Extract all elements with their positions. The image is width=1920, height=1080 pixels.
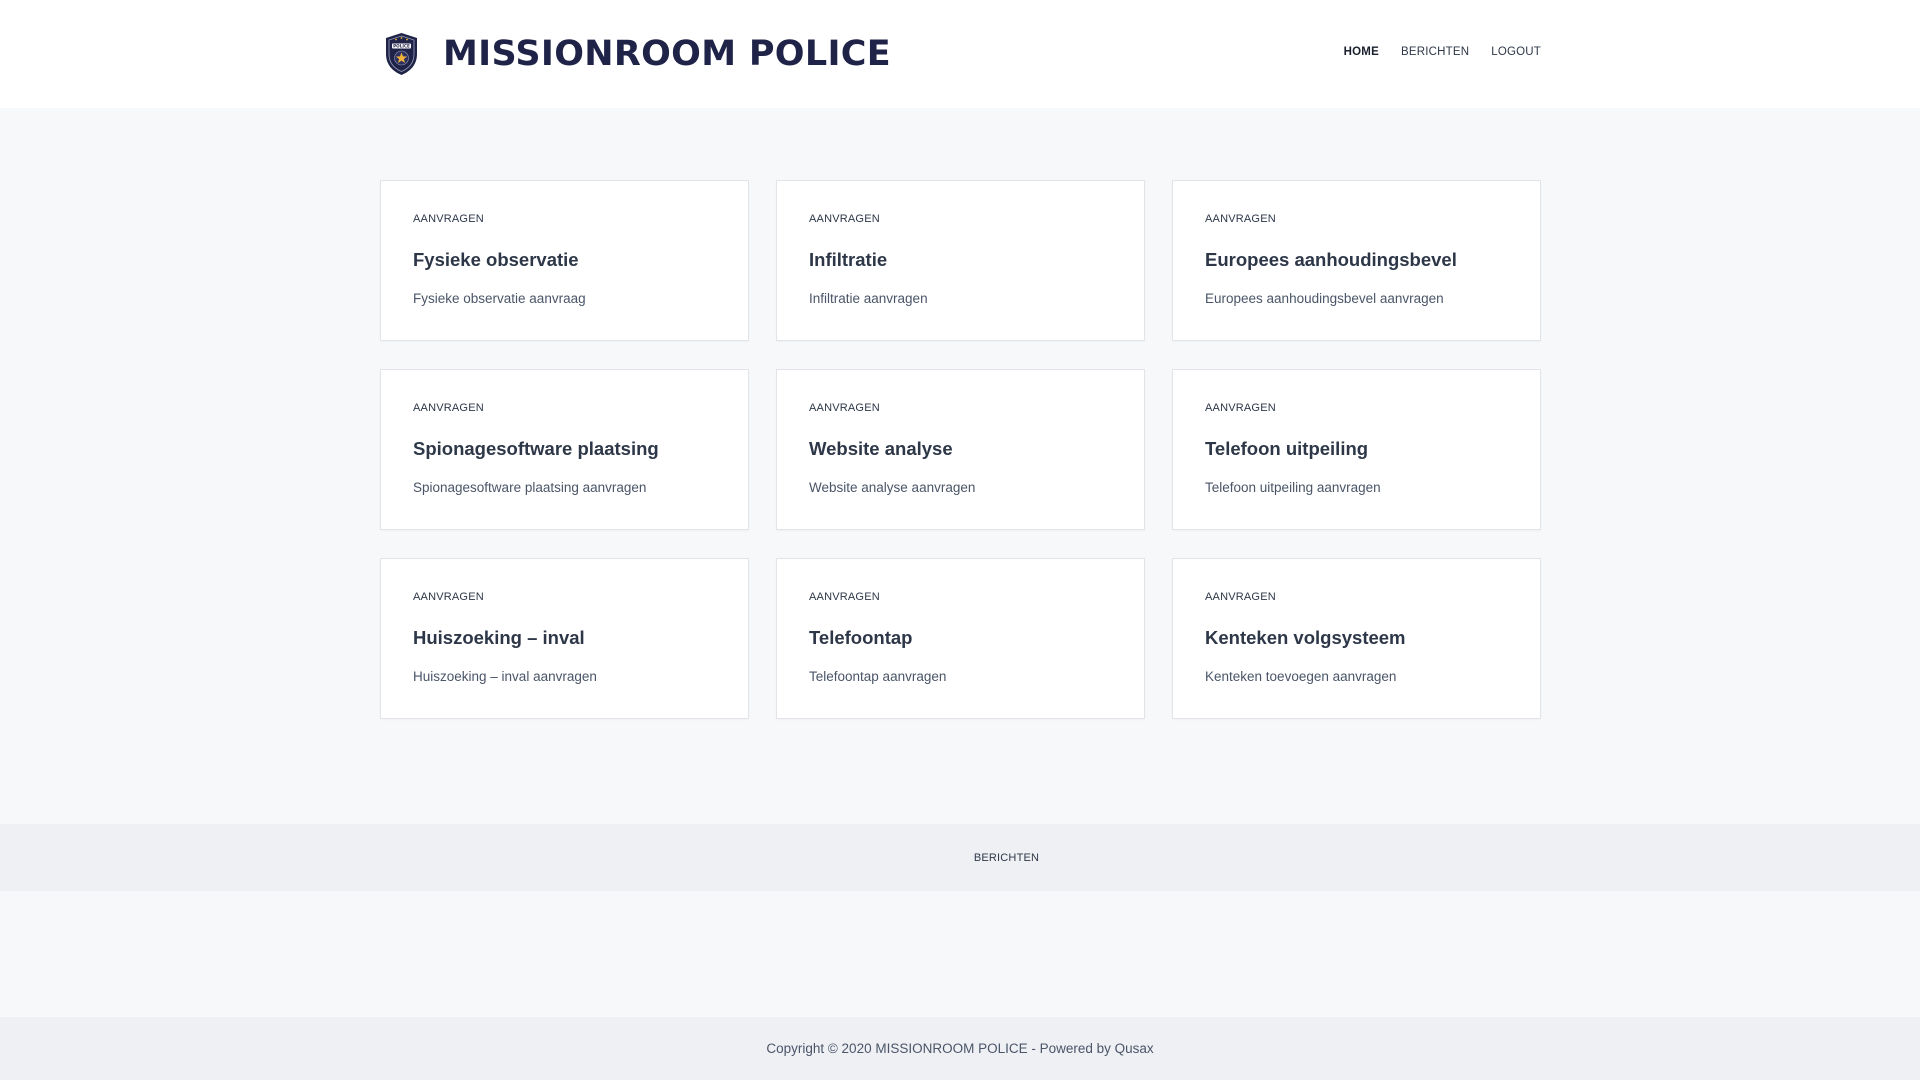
site-title[interactable]: MISSIONROOM POLICE: [443, 34, 891, 74]
card-title[interactable]: Infiltratie: [809, 249, 1112, 271]
card-title[interactable]: Europees aanhoudingsbevel: [1205, 249, 1508, 271]
card-huiszoeking-inval[interactable]: AANVRAGEN Huiszoeking – inval Huiszoekin…: [380, 558, 749, 719]
card-telefoon-uitpeiling[interactable]: AANVRAGEN Telefoon uitpeiling Telefoon u…: [1172, 369, 1541, 530]
card-title[interactable]: Telefoon uitpeiling: [1205, 438, 1508, 460]
card-kenteken-volgsysteem[interactable]: AANVRAGEN Kenteken volgsysteem Kenteken …: [1172, 558, 1541, 719]
site-header: POLICE MISSIONROOM POLICE HOME BERICHTEN…: [0, 0, 1920, 108]
card-description: Huiszoeking – inval aanvragen: [413, 669, 597, 684]
card-description: Fysieke observatie aanvraag: [413, 291, 586, 306]
police-badge-icon[interactable]: POLICE: [383, 32, 420, 76]
card-description: Europees aanhoudingsbevel aanvragen: [1205, 291, 1444, 306]
card-description: Website analyse aanvragen: [809, 480, 976, 495]
card-category: AANVRAGEN: [413, 591, 484, 603]
card-category: AANVRAGEN: [413, 402, 484, 414]
card-fysieke-observatie[interactable]: AANVRAGEN Fysieke observatie Fysieke obs…: [380, 180, 749, 341]
card-spionagesoftware-plaatsing[interactable]: AANVRAGEN Spionagesoftware plaatsing Spi…: [380, 369, 749, 530]
card-category: AANVRAGEN: [413, 213, 484, 225]
nav-home[interactable]: HOME: [1344, 46, 1379, 58]
card-title[interactable]: Fysieke observatie: [413, 249, 716, 271]
card-description: Telefoontap aanvragen: [809, 669, 947, 684]
nav-logout[interactable]: LOGOUT: [1491, 46, 1541, 58]
badge-text: POLICE: [393, 44, 410, 49]
brand[interactable]: POLICE MISSIONROOM POLICE: [383, 32, 891, 76]
nav-berichten[interactable]: BERICHTEN: [1401, 46, 1469, 58]
card-category: AANVRAGEN: [809, 213, 880, 225]
request-cards-grid: AANVRAGEN Fysieke observatie Fysieke obs…: [380, 180, 1541, 719]
footer-nav-berichten[interactable]: BERICHTEN: [974, 852, 1039, 864]
card-website-analyse[interactable]: AANVRAGEN Website analyse Website analys…: [776, 369, 1145, 530]
card-title[interactable]: Huiszoeking – inval: [413, 627, 716, 649]
card-description: Kenteken toevoegen aanvragen: [1205, 669, 1397, 684]
footer-nav: BERICHTEN: [0, 824, 1920, 891]
main-nav: HOME BERICHTEN LOGOUT: [1344, 46, 1541, 58]
card-description: Spionagesoftware plaatsing aanvragen: [413, 480, 647, 495]
card-category: AANVRAGEN: [1205, 402, 1276, 414]
card-title[interactable]: Telefoontap: [809, 627, 1112, 649]
card-title[interactable]: Spionagesoftware plaatsing: [413, 438, 716, 460]
card-category: AANVRAGEN: [1205, 213, 1276, 225]
card-description: Infiltratie aanvragen: [809, 291, 928, 306]
card-category: AANVRAGEN: [1205, 591, 1276, 603]
card-category: AANVRAGEN: [809, 591, 880, 603]
card-title[interactable]: Website analyse: [809, 438, 1112, 460]
card-description: Telefoon uitpeiling aanvragen: [1205, 480, 1381, 495]
card-telefoontap[interactable]: AANVRAGEN Telefoontap Telefoontap aanvra…: [776, 558, 1145, 719]
card-europees-aanhoudingsbevel[interactable]: AANVRAGEN Europees aanhoudingsbevel Euro…: [1172, 180, 1541, 341]
card-title[interactable]: Kenteken volgsysteem: [1205, 627, 1508, 649]
card-category: AANVRAGEN: [809, 402, 880, 414]
card-infiltratie[interactable]: AANVRAGEN Infiltratie Infiltratie aanvra…: [776, 180, 1145, 341]
copyright-text: Copyright © 2020 MISSIONROOM POLICE - Po…: [766, 1041, 1154, 1056]
site-footer: Copyright © 2020 MISSIONROOM POLICE - Po…: [0, 1017, 1920, 1080]
